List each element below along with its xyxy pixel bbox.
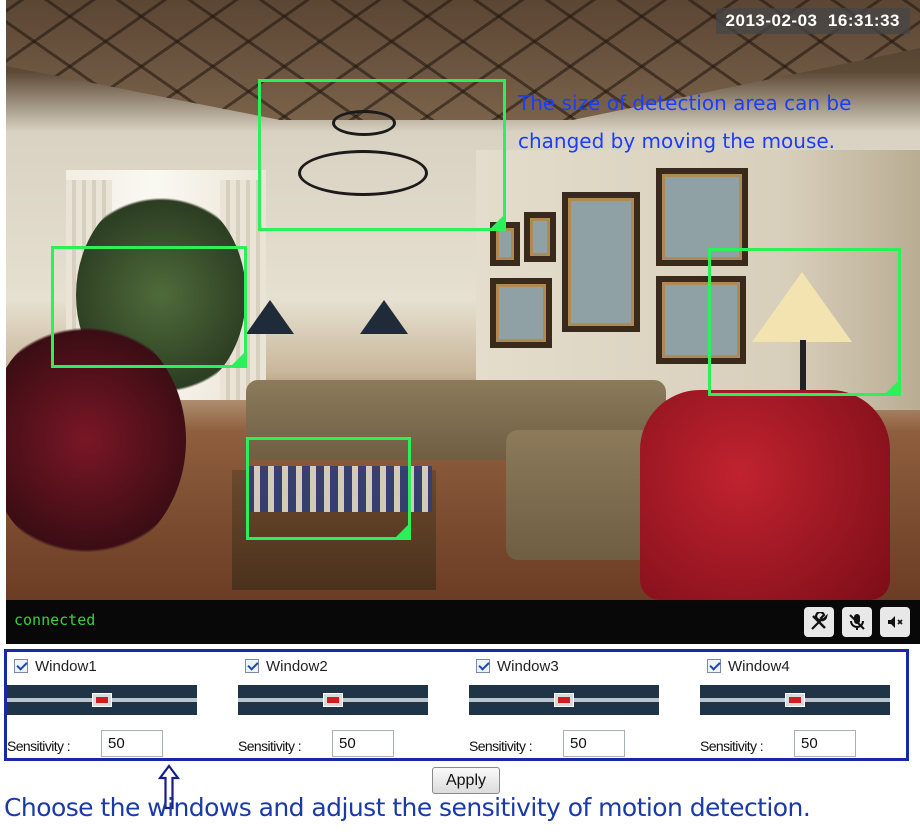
window-header: Window1 — [14, 655, 97, 677]
window2-checkbox[interactable] — [245, 659, 259, 673]
slider-thumb[interactable] — [92, 693, 112, 707]
lamp-scene — [246, 300, 294, 334]
mic-button[interactable] — [842, 607, 872, 637]
window-group-4: Window4 Sensitivity : — [700, 652, 900, 758]
window1-checkbox[interactable] — [14, 659, 28, 673]
motion-windows-panel: Window1 Sensitivity : Window2 Sensitivit… — [4, 649, 909, 761]
resize-handle[interactable] — [886, 381, 898, 393]
camera-view[interactable]: 2013-02-03 16:31:33 The size of detectio… — [6, 0, 920, 600]
window3-sensitivity-slider[interactable] — [469, 685, 659, 715]
sensitivity-label: Sensitivity : — [238, 738, 302, 754]
window3-sensitivity-input[interactable] — [563, 730, 625, 757]
window1-sensitivity-input[interactable] — [101, 730, 163, 757]
resize-handle[interactable] — [491, 216, 503, 228]
slider-thumb[interactable] — [323, 693, 343, 707]
slider-thumb[interactable] — [554, 693, 574, 707]
painting-scene — [562, 192, 640, 332]
resize-handle[interactable] — [232, 353, 244, 365]
timestamp-overlay: 2013-02-03 16:31:33 — [715, 8, 910, 34]
armchair-scene — [640, 390, 890, 600]
detection-area-3[interactable] — [708, 248, 901, 396]
painting-scene — [490, 278, 552, 348]
window-label: Window3 — [497, 657, 559, 675]
detection-area-4[interactable] — [246, 437, 411, 540]
settings-button[interactable] — [804, 607, 834, 637]
detection-area-1[interactable] — [258, 79, 506, 231]
window-header: Window3 — [476, 655, 559, 677]
connection-status: connected — [14, 611, 96, 629]
window-group-3: Window3 Sensitivity : — [469, 652, 669, 758]
sensitivity-label: Sensitivity : — [7, 738, 71, 754]
speaker-mute-icon — [885, 612, 905, 632]
window-label: Window4 — [728, 657, 790, 675]
resize-handle[interactable] — [396, 525, 408, 537]
window4-checkbox[interactable] — [707, 659, 721, 673]
window4-sensitivity-input[interactable] — [794, 730, 856, 757]
lamp-scene — [360, 300, 408, 334]
speaker-button[interactable] — [880, 607, 910, 637]
painting-scene — [524, 212, 556, 262]
window3-checkbox[interactable] — [476, 659, 490, 673]
window2-sensitivity-input[interactable] — [332, 730, 394, 757]
window1-sensitivity-slider[interactable] — [7, 685, 197, 715]
window-header: Window2 — [245, 655, 328, 677]
sensitivity-label: Sensitivity : — [700, 738, 764, 754]
detection-area-2[interactable] — [51, 246, 247, 368]
window2-sensitivity-slider[interactable] — [238, 685, 428, 715]
window-header: Window4 — [707, 655, 790, 677]
window-group-2: Window2 Sensitivity : — [238, 652, 438, 758]
sensitivity-label: Sensitivity : — [469, 738, 533, 754]
window-group-1: Window1 Sensitivity : — [7, 652, 207, 758]
window-label: Window2 — [266, 657, 328, 675]
apply-button[interactable]: Apply — [432, 767, 500, 794]
mic-mute-icon — [847, 612, 867, 632]
annotation-windows-note: Choose the windows and adjust the sensit… — [4, 793, 811, 822]
tools-icon — [809, 612, 829, 632]
window-label: Window1 — [35, 657, 97, 675]
status-bar: connected — [6, 600, 920, 644]
slider-thumb[interactable] — [785, 693, 805, 707]
annotation-resize-note: The size of detection area can be change… — [518, 91, 852, 153]
window4-sensitivity-slider[interactable] — [700, 685, 890, 715]
